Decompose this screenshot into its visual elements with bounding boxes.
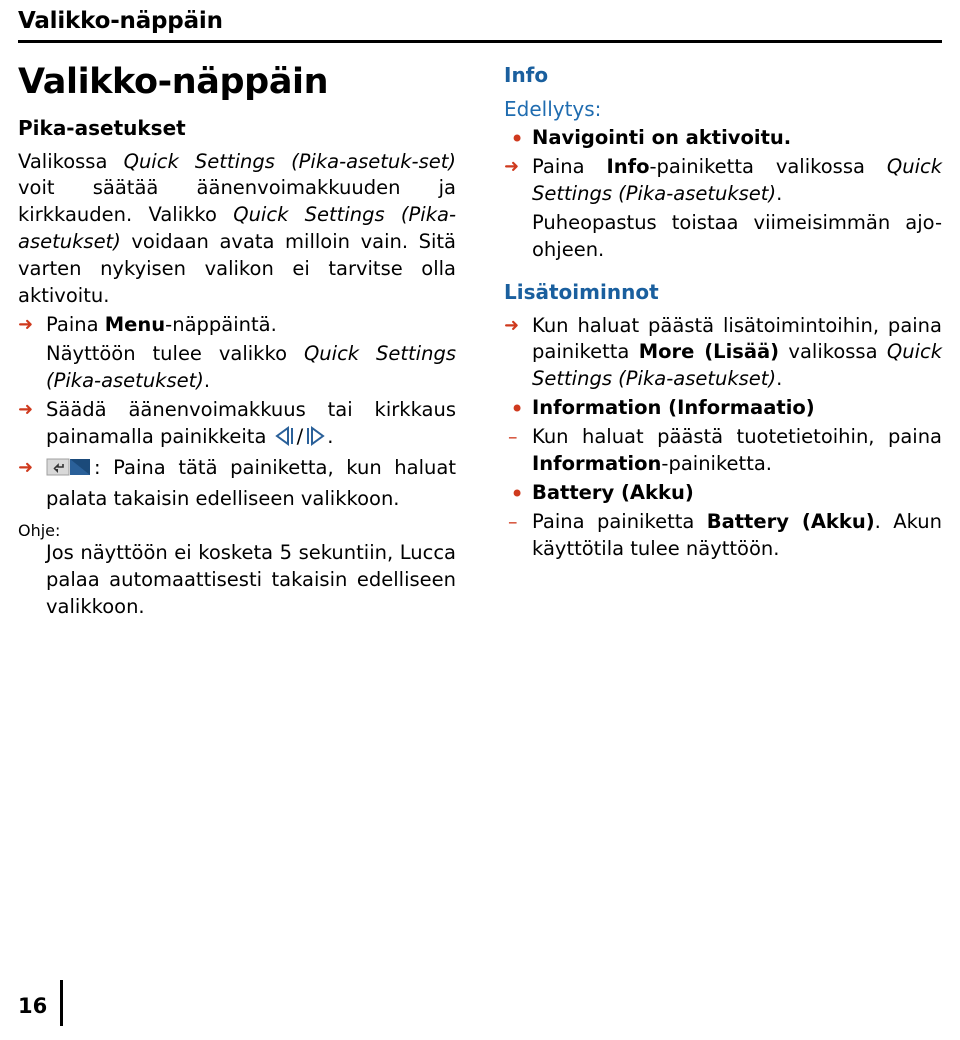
item-title-information: Information (Informaatio)	[532, 396, 815, 420]
battery-detail-bold: Battery (Akku)	[706, 509, 875, 533]
step-lisatoiminnot: ➜ Kun haluat päästä lisätoimintoihin, pa…	[504, 313, 942, 394]
key-separator: /	[296, 424, 304, 448]
left-arrow-key-icon	[274, 425, 296, 454]
step-paina-info: ➜ Paina Info-painiketta valikossa Quick …	[504, 154, 942, 208]
info-step-0: Paina	[532, 154, 607, 178]
edellytys-label: Edellytys:	[504, 97, 602, 121]
bullet-dot-icon: •	[510, 479, 525, 508]
info-detail-bold: Information	[532, 452, 662, 476]
result-text-2: .	[203, 368, 211, 392]
arrow-marker-icon: ➜	[504, 314, 520, 336]
bullet-dot-icon: •	[510, 125, 525, 153]
arrow-marker-icon: ➜	[18, 457, 34, 479]
right-column: Info Edellytys: • Navigointi on aktivoit…	[504, 63, 942, 623]
left-column: Valikko-näppäin Pika-asetukset Valikossa…	[18, 63, 456, 623]
arrow-marker-icon: ➜	[504, 155, 520, 177]
section-title-info: Info	[504, 63, 549, 87]
dash-marker-icon: –	[508, 510, 518, 533]
info-step-2: -painiketta valikossa	[649, 154, 887, 178]
bullet-dot-icon: •	[510, 395, 525, 424]
arrow-marker-icon: ➜	[18, 313, 34, 335]
back-key-text: : Paina tätä painiketta, kun haluat pala…	[46, 456, 456, 511]
edellytys-item: • Navigointi on aktivoitu.	[504, 125, 942, 153]
info-step-4: .	[776, 181, 783, 205]
ohje-block: Ohje: Jos näyttöön ei kosketa 5 sekuntii…	[18, 521, 456, 621]
item-detail-information: – Kun haluat päästä tuotetietoihin, pain…	[504, 424, 942, 478]
ohje-text: Jos näyttöön ei kosketa 5 sekuntiin, Luc…	[46, 541, 456, 619]
intro-paragraph: Valikossa Quick Settings (Pika-asetuk-se…	[18, 149, 456, 310]
footer-rule	[60, 980, 63, 1026]
dash-marker-icon: –	[508, 426, 518, 449]
lisa-step-4: .	[776, 367, 783, 391]
section-title-lisatoiminnot: Lisätoiminnot	[504, 279, 659, 304]
back-key-icon	[46, 456, 92, 486]
info-detail-0: Kun haluat päästä tuotetietoihin, paina	[532, 425, 942, 449]
step-text-menu: Menu	[104, 312, 166, 336]
arrow-marker-icon: ➜	[18, 398, 34, 420]
item-detail-battery: – Paina painiketta Battery (Akku). Akun …	[504, 509, 942, 563]
info-step-info: Info	[606, 154, 650, 178]
info-note: Puheopastus toistaa viimeisimmän ajo-ohj…	[532, 210, 942, 261]
step-text-2: -näppäintä.	[165, 312, 277, 336]
step-nayttoon-tulee: Näyttöön tulee valikko Quick Settings (P…	[18, 341, 456, 395]
intro-part-1: Quick Settings (Pika-asetuk-	[123, 149, 419, 173]
step-paina-menu: ➜ Paina Menu-näppäintä.	[18, 312, 456, 339]
right-arrow-key-icon	[304, 425, 326, 454]
lisa-step-2: valikossa	[779, 340, 887, 364]
item-title-battery: Battery (Akku)	[532, 480, 694, 504]
battery-detail-0: Paina painiketta	[532, 509, 707, 533]
list-item-information: • Information (Informaatio)	[504, 395, 942, 424]
step-text-saada: Säädä äänenvoimakkuus tai kirkkaus paina…	[46, 397, 456, 448]
result-text-0: Näyttöön tulee valikko	[46, 341, 304, 365]
document-page: Valikko-näppäin Valikko-näppäin Pika-ase…	[0, 0, 960, 1040]
section-title-pika-asetukset: Pika-asetukset	[18, 115, 186, 140]
two-column-body: Valikko-näppäin Pika-asetukset Valikossa…	[18, 63, 942, 623]
page-number: 16	[18, 994, 48, 1018]
running-head: Valikko-näppäin	[18, 8, 223, 34]
list-item-battery: • Battery (Akku)	[504, 479, 942, 508]
ohje-label: Ohje:	[18, 521, 61, 541]
chapter-title: Valikko-näppäin	[18, 62, 329, 102]
info-detail-2: -painiketta.	[661, 452, 772, 476]
lisa-step-more: More (Lisää)	[638, 340, 780, 364]
intro-part-2: set)	[418, 149, 456, 173]
step-saada-aanenvoimakkuus: ➜ Säädä äänenvoimakkuus tai kirkkaus pai…	[18, 397, 456, 454]
step-text-period: .	[327, 424, 334, 448]
step-text-0: Paina	[46, 312, 105, 336]
edellytys-item-text: Navigointi on aktivoitu.	[532, 126, 792, 149]
step-paluu-painike: ➜ : Paina tätä painiketta, kun haluat pa…	[18, 455, 456, 513]
intro-part-0: Valikossa	[18, 149, 124, 173]
header-rule	[18, 40, 942, 43]
